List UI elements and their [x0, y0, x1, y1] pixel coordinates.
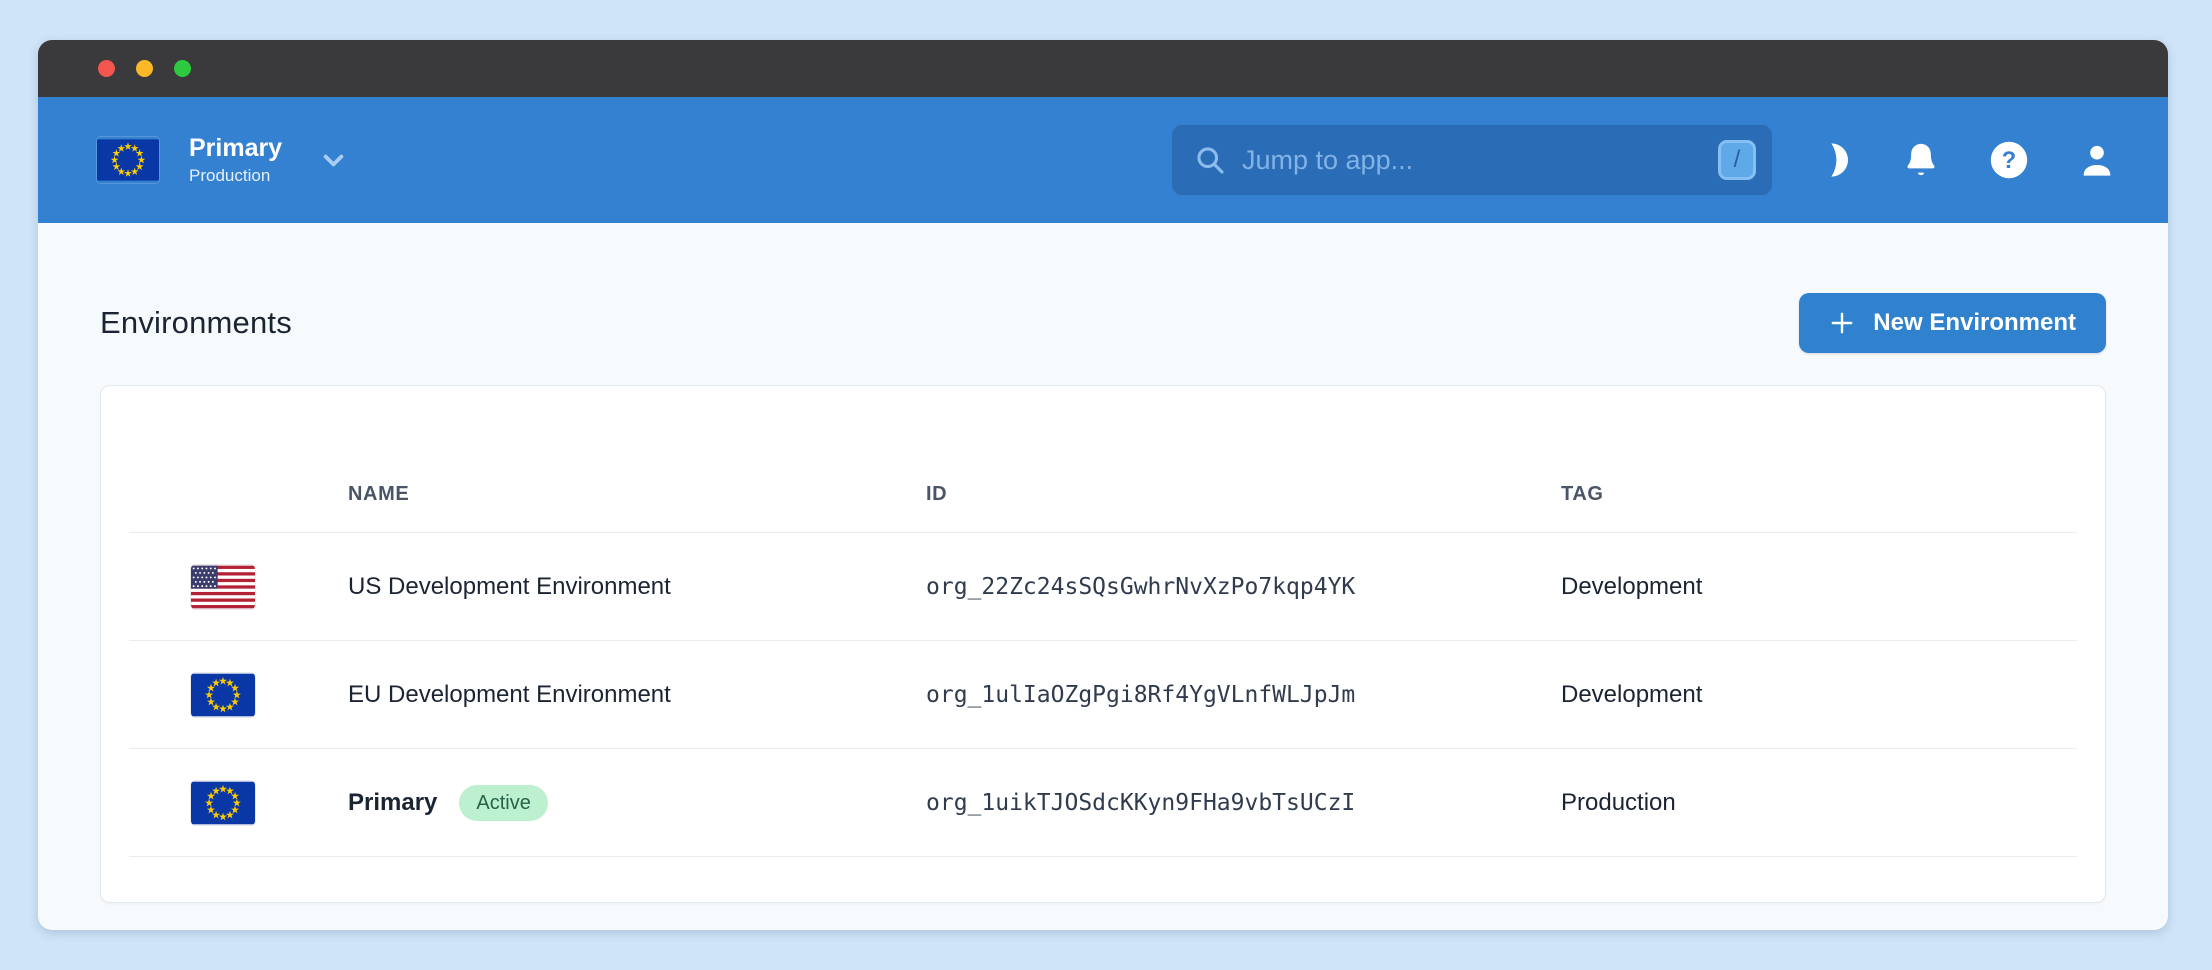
slash-shortcut-key: / — [1718, 140, 1756, 180]
environment-id: org_22Zc24sSQsGwhrNvXzPo7kqp4YK — [926, 574, 1561, 600]
svg-text:?: ? — [2002, 148, 2016, 174]
header-icon-group: ? — [1812, 139, 2118, 181]
org-info: Primary Production — [189, 134, 282, 186]
notifications-button[interactable] — [1900, 139, 1942, 181]
help-icon: ? — [1988, 139, 2030, 181]
moon-icon — [1813, 140, 1853, 180]
jump-to-app-search[interactable]: / — [1172, 125, 1772, 195]
window-titlebar — [38, 40, 2168, 97]
table-row[interactable]: EU Development Environment org_1ulIaOZgP… — [101, 641, 2105, 748]
eu-flag-icon — [97, 137, 159, 183]
search-icon — [1194, 144, 1226, 176]
table-header-row: NAME ID TAG — [101, 386, 2105, 532]
environment-tag: Development — [1561, 681, 2105, 709]
new-environment-label: New Environment — [1873, 309, 2076, 337]
eu-flag-icon — [191, 781, 255, 825]
environment-tag: Development — [1561, 573, 2105, 601]
org-environment: Production — [189, 166, 282, 186]
active-status-badge: Active — [459, 785, 547, 821]
environment-id: org_1uikTJOSdcKKyn9FHa9vbTsUCzI — [926, 790, 1561, 816]
zoom-window-button[interactable] — [174, 60, 191, 77]
column-header-tag: TAG — [1561, 483, 2105, 506]
row-divider — [129, 856, 2077, 857]
environment-name: EU Development Environment — [348, 681, 671, 709]
environment-tag: Production — [1561, 789, 2105, 817]
account-button[interactable] — [2076, 139, 2118, 181]
column-header-name: NAME — [348, 483, 926, 506]
help-button[interactable]: ? — [1988, 139, 2030, 181]
environment-name: US Development Environment — [348, 573, 671, 601]
environment-name: Primary — [348, 789, 437, 817]
us-flag-icon — [191, 565, 255, 609]
main-content: Environments New Environment NAME ID TAG — [38, 223, 2168, 903]
page-title: Environments — [100, 305, 292, 341]
dark-mode-toggle[interactable] — [1812, 139, 1854, 181]
bell-icon — [1901, 140, 1941, 180]
close-window-button[interactable] — [98, 60, 115, 77]
app-header: Primary Production / — [38, 97, 2168, 223]
search-input[interactable] — [1240, 144, 1718, 177]
new-environment-button[interactable]: New Environment — [1799, 293, 2106, 353]
environments-table-card: NAME ID TAG — [100, 385, 2106, 903]
eu-flag-icon — [191, 673, 255, 717]
plus-icon — [1829, 310, 1855, 336]
app-window: Primary Production / — [38, 40, 2168, 930]
page-title-row: Environments New Environment — [100, 223, 2106, 353]
user-icon — [2077, 140, 2117, 180]
org-name: Primary — [189, 134, 282, 163]
org-switcher[interactable]: Primary Production — [97, 134, 347, 186]
table-row[interactable]: US Development Environment org_22Zc24sSQ… — [101, 533, 2105, 640]
table-row[interactable]: Primary Active org_1uikTJOSdcKKyn9FHa9vb… — [101, 749, 2105, 856]
minimize-window-button[interactable] — [136, 60, 153, 77]
environment-id: org_1ulIaOZgPgi8Rf4YgVLnfWLJpJm — [926, 682, 1561, 708]
column-header-id: ID — [926, 483, 1561, 506]
chevron-down-icon — [320, 147, 347, 174]
